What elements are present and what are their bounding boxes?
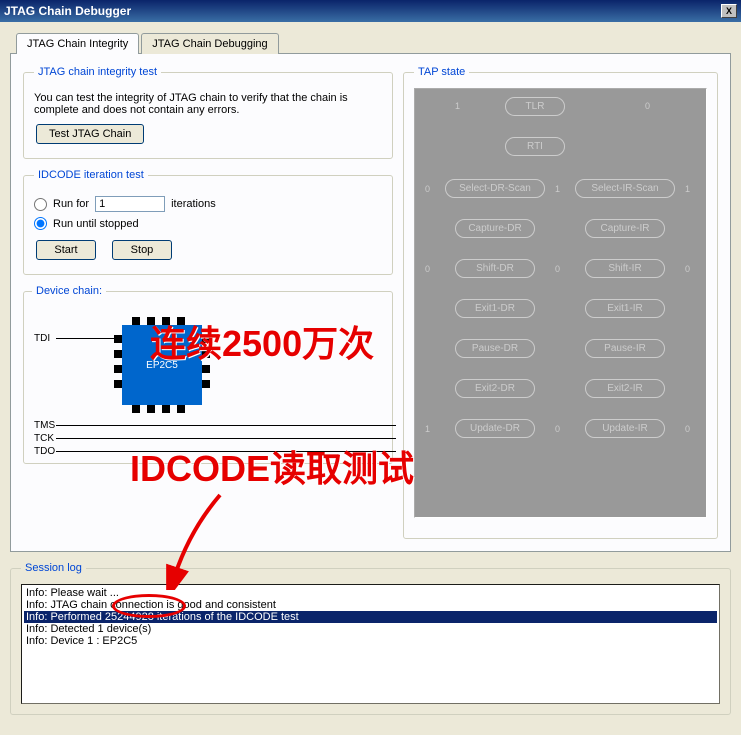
integrity-group: JTAG chain integrity test You can test t…: [23, 66, 393, 159]
edge-label: 0: [425, 264, 430, 274]
run-for-label: Run for: [53, 198, 89, 210]
log-line[interactable]: Info: Performed 25244928 iterations of t…: [24, 611, 717, 623]
edge-label: 1: [555, 184, 560, 194]
state-pauseir: Pause-IR: [585, 339, 665, 358]
tap-state-group: TAP state TLR RTI Select-DR-Scan Select-…: [403, 66, 718, 539]
edge-label: 0: [685, 424, 690, 434]
edge-label: 1: [685, 184, 690, 194]
state-pausedr: Pause-DR: [455, 339, 535, 358]
edge-label: 0: [645, 101, 650, 111]
edge-label: 0: [685, 264, 690, 274]
run-until-radio[interactable]: [34, 217, 47, 230]
wire: [56, 438, 396, 439]
edge-label: 0: [425, 184, 430, 194]
state-capdr: Capture-DR: [455, 219, 535, 238]
wire: [56, 451, 396, 452]
state-shiftdr: Shift-DR: [455, 259, 535, 278]
state-exit1ir: Exit1-IR: [585, 299, 665, 318]
state-exit1dr: Exit1-DR: [455, 299, 535, 318]
tap-diagram: TLR RTI Select-DR-Scan Select-IR-Scan Ca…: [414, 88, 707, 518]
tdi-label: TDI: [34, 333, 50, 344]
title-bar: JTAG Chain Debugger X: [0, 0, 741, 22]
close-button[interactable]: X: [721, 4, 737, 18]
chip-diagram: TDI TMS TCK TDO EP2C5: [32, 305, 384, 455]
state-shiftir: Shift-IR: [585, 259, 665, 278]
wire: [56, 425, 396, 426]
state-selir: Select-IR-Scan: [575, 179, 675, 198]
wire: [56, 338, 114, 339]
test-jtag-button[interactable]: Test JTAG Chain: [36, 124, 144, 144]
iterations-label: iterations: [171, 198, 216, 210]
edge-label: 1: [425, 424, 430, 434]
chip-label: EP2C5: [146, 360, 178, 371]
edge-label: 0: [555, 264, 560, 274]
tab-content: JTAG chain integrity test You can test t…: [10, 53, 731, 552]
state-seldr: Select-DR-Scan: [445, 179, 545, 198]
edge-label: 0: [555, 424, 560, 434]
state-exit2ir: Exit2-IR: [585, 379, 665, 398]
integrity-legend: JTAG chain integrity test: [34, 66, 161, 78]
session-log-group: Session log Info: Please wait ...Info: J…: [10, 562, 731, 715]
state-rti: RTI: [505, 137, 565, 156]
tap-legend: TAP state: [414, 66, 469, 78]
log-line[interactable]: Info: Detected 1 device(s): [24, 623, 717, 635]
session-legend: Session log: [21, 562, 86, 574]
idcode-group: IDCODE iteration test Run for iterations…: [23, 169, 393, 275]
run-until-label: Run until stopped: [53, 218, 139, 230]
iterations-input[interactable]: [95, 196, 165, 212]
start-button[interactable]: Start: [36, 240, 96, 260]
tdo-label: TDO: [34, 446, 55, 457]
log-line[interactable]: Info: JTAG chain connection is good and …: [24, 599, 717, 611]
device-chain-group: Device chain: TDI TMS TCK TDO EP2C5: [23, 285, 393, 464]
state-updateir: Update-IR: [585, 419, 665, 438]
device-chain-legend: Device chain:: [32, 285, 106, 297]
tab-integrity[interactable]: JTAG Chain Integrity: [16, 33, 139, 54]
state-tlr: TLR: [505, 97, 565, 116]
tck-label: TCK: [34, 433, 54, 444]
state-exit2dr: Exit2-DR: [455, 379, 535, 398]
state-updatedr: Update-DR: [455, 419, 535, 438]
edge-label: 1: [455, 101, 460, 111]
log-listbox[interactable]: Info: Please wait ...Info: JTAG chain co…: [21, 584, 720, 704]
log-line[interactable]: Info: Please wait ...: [24, 587, 717, 599]
window-title: JTAG Chain Debugger: [4, 4, 721, 18]
stop-button[interactable]: Stop: [112, 240, 172, 260]
tab-debugging[interactable]: JTAG Chain Debugging: [141, 33, 278, 54]
tms-label: TMS: [34, 420, 55, 431]
idcode-legend: IDCODE iteration test: [34, 169, 148, 181]
tab-strip: JTAG Chain Integrity JTAG Chain Debuggin…: [16, 32, 731, 53]
chip-icon: EP2C5: [122, 325, 202, 405]
state-capir: Capture-IR: [585, 219, 665, 238]
log-line[interactable]: Info: Device 1 : EP2C5: [24, 635, 717, 647]
run-for-radio[interactable]: [34, 198, 47, 211]
integrity-desc: You can test the integrity of JTAG chain…: [34, 92, 382, 116]
